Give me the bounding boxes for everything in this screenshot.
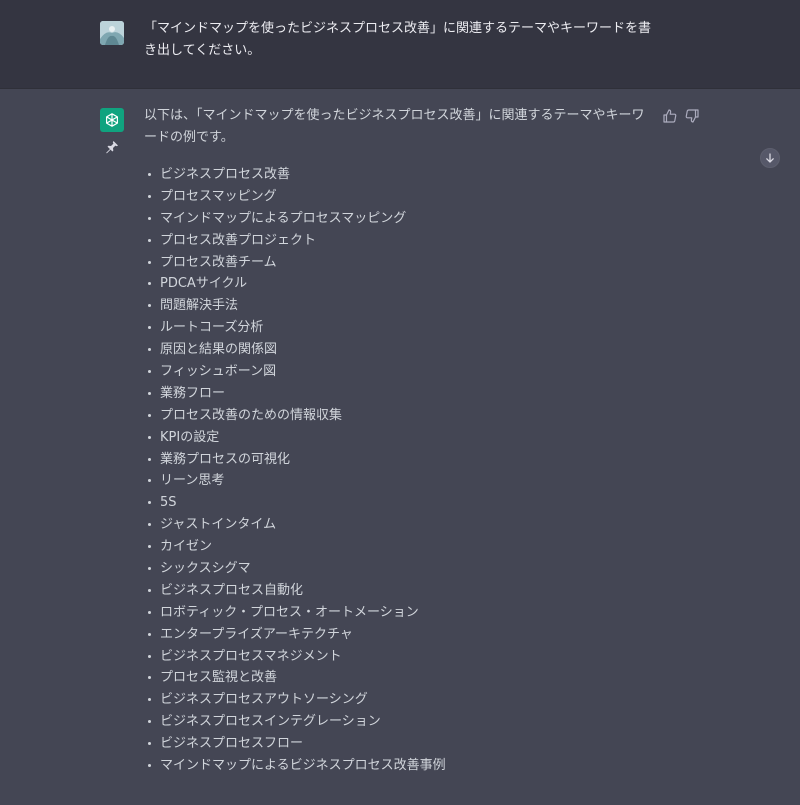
- list-item: フィッシュボーン図: [144, 361, 652, 383]
- list-item: 5S: [144, 492, 652, 514]
- list-item: プロセス改善のための情報収集: [144, 405, 652, 427]
- list-item: マインドマップによるビジネスプロセス改善事例: [144, 755, 652, 777]
- list-item: ビジネスプロセス改善: [144, 164, 652, 186]
- pin-icon[interactable]: [104, 139, 120, 155]
- feedback-buttons: [662, 108, 700, 124]
- list-item: ルートコーズ分析: [144, 317, 652, 339]
- list-item: カイゼン: [144, 536, 652, 558]
- list-item: マインドマップによるプロセスマッピング: [144, 208, 652, 230]
- user-avatar-icon: [100, 21, 124, 45]
- list-item: ビジネスプロセスフロー: [144, 733, 652, 755]
- list-item: PDCAサイクル: [144, 273, 652, 295]
- list-item: プロセスマッピング: [144, 186, 652, 208]
- assistant-message: 以下は、「マインドマップを使ったビジネスプロセス改善」に関連するテーマやキーワー…: [0, 89, 800, 805]
- assistant-avatar: [100, 108, 124, 132]
- list-item: 原因と結果の関係図: [144, 339, 652, 361]
- openai-logo-icon: [106, 113, 118, 127]
- thumbs-up-icon[interactable]: [662, 108, 678, 124]
- list-item: 業務プロセスの可視化: [144, 449, 652, 471]
- list-item: ジャストインタイム: [144, 514, 652, 536]
- list-item: KPIの設定: [144, 427, 652, 449]
- scroll-to-bottom-button[interactable]: [760, 148, 780, 168]
- user-avatar: [100, 21, 124, 45]
- list-item: リーン思考: [144, 470, 652, 492]
- list-item: 問題解決手法: [144, 295, 652, 317]
- list-item: ロボティック・プロセス・オートメーション: [144, 602, 652, 624]
- list-item: 業務フロー: [144, 383, 652, 405]
- list-item: エンタープライズアーキテクチャ: [144, 624, 652, 646]
- user-message: 「マインドマップを使ったビジネスプロセス改善」に関連するテーマやキーワードを書き…: [0, 0, 800, 89]
- list-item: ビジネスプロセスアウトソーシング: [144, 689, 652, 711]
- list-item: プロセス改善プロジェクト: [144, 230, 652, 252]
- assistant-intro-text: 以下は、「マインドマップを使ったビジネスプロセス改善」に関連するテーマやキーワー…: [144, 108, 645, 145]
- list-item: プロセス監視と改善: [144, 667, 652, 689]
- arrow-down-icon: [766, 153, 774, 163]
- list-item: ビジネスプロセスマネジメント: [144, 646, 652, 668]
- thumbs-down-icon[interactable]: [684, 108, 700, 124]
- list-item: シックスシグマ: [144, 558, 652, 580]
- keyword-list: ビジネスプロセス改善 プロセスマッピング マインドマップによるプロセスマッピング プロ…: [144, 164, 652, 777]
- list-item: ビジネスプロセスインテグレーション: [144, 711, 652, 733]
- user-message-text: 「マインドマップを使ったビジネスプロセス改善」に関連するテーマやキーワードを書き…: [144, 21, 652, 58]
- list-item: ビジネスプロセス自動化: [144, 580, 652, 602]
- assistant-message-content: 以下は、「マインドマップを使ったビジネスプロセス改善」に関連するテーマやキーワー…: [144, 105, 652, 777]
- list-item: プロセス改善チーム: [144, 252, 652, 274]
